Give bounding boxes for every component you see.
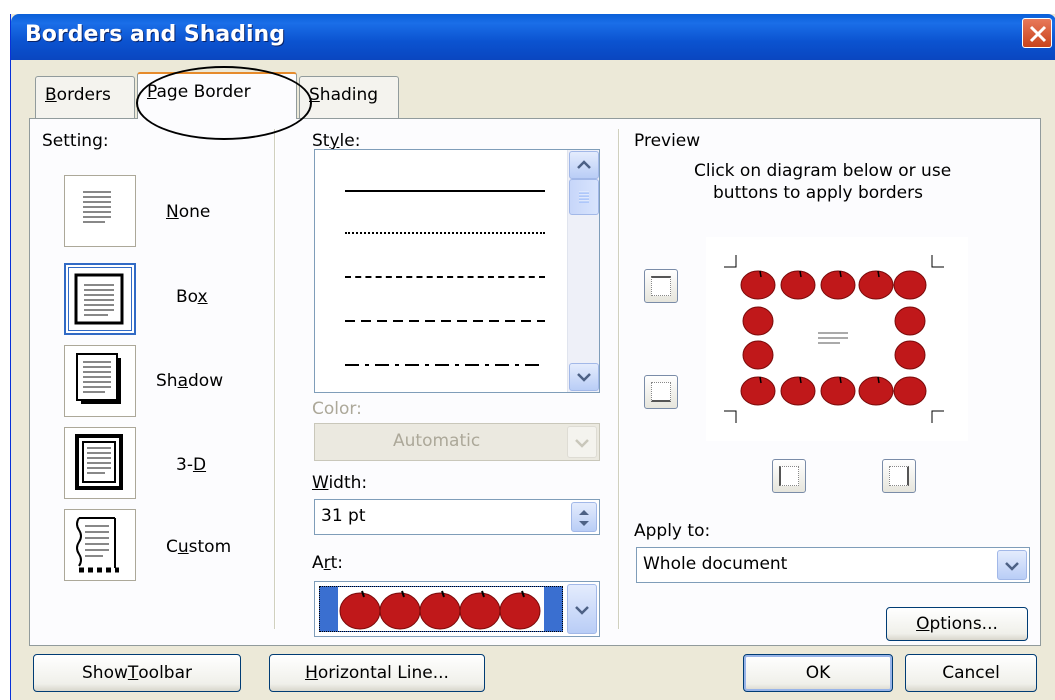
right-border-icon xyxy=(889,466,909,486)
bottom-border-icon xyxy=(651,382,671,402)
setting-custom-label[interactable]: Custom xyxy=(166,537,231,557)
color-value: Automatic xyxy=(393,431,481,451)
right-border-button[interactable] xyxy=(882,459,916,493)
divider xyxy=(274,129,276,629)
setting-none-icon[interactable] xyxy=(64,175,136,247)
divider xyxy=(618,129,620,629)
preview-label: Preview xyxy=(634,131,701,151)
apply-to-select[interactable]: Whole document xyxy=(636,547,1030,583)
preview-instruction-line1: Click on diagram below or use xyxy=(694,161,952,181)
box-border-icon xyxy=(74,273,124,325)
style-scrollbar[interactable] xyxy=(567,150,599,392)
page-lines-icon xyxy=(83,191,111,223)
line-style-dash[interactable] xyxy=(345,320,545,322)
setting-label: Setting: xyxy=(42,131,109,151)
art-dropdown-button[interactable] xyxy=(567,584,597,634)
spin-arrows-icon xyxy=(579,510,589,526)
style-label: Style: xyxy=(312,131,361,151)
setting-3d-label[interactable]: 3-D xyxy=(176,455,206,475)
title-bar[interactable]: Borders and Shading xyxy=(11,14,1055,60)
width-spin-button[interactable] xyxy=(571,502,597,532)
scroll-thumb[interactable] xyxy=(569,179,599,215)
art-select[interactable] xyxy=(314,581,600,637)
tab-shading[interactable]: Shading xyxy=(299,76,399,118)
line-style-small-dash[interactable] xyxy=(345,276,545,278)
close-icon xyxy=(1029,25,1047,43)
dialog-title: Borders and Shading xyxy=(25,22,285,47)
show-toolbar-button[interactable]: Show Toolbar xyxy=(33,654,241,692)
width-input[interactable]: 31 pt xyxy=(314,499,600,535)
close-button[interactable] xyxy=(1022,18,1052,48)
setting-shadow-label[interactable]: Shadow xyxy=(156,371,223,391)
grip-icon xyxy=(579,191,589,203)
setting-3d-icon[interactable] xyxy=(64,427,136,499)
art-selected-swatch xyxy=(319,586,563,632)
left-border-button[interactable] xyxy=(772,459,806,493)
width-value: 31 pt xyxy=(321,506,366,526)
line-style-dash-dot[interactable] xyxy=(345,364,545,366)
chevron-up-icon xyxy=(577,160,591,169)
apple-border-art-icon xyxy=(338,587,544,631)
width-label: Width: xyxy=(312,473,368,493)
color-dropdown-button[interactable] xyxy=(567,426,597,458)
setting-box-label[interactable]: Box xyxy=(176,287,208,307)
borders-shading-dialog: Borders and Shading Borders Page Border … xyxy=(10,14,1055,700)
apply-to-dropdown-button[interactable] xyxy=(997,550,1027,580)
options-button[interactable]: Options... xyxy=(886,607,1028,641)
setting-custom-icon[interactable] xyxy=(64,509,136,581)
tab-page-border[interactable]: Page Border xyxy=(137,72,297,119)
horizontal-line-button[interactable]: Horizontal Line... xyxy=(269,654,485,692)
apply-to-label: Apply to: xyxy=(634,521,711,541)
3d-border-icon xyxy=(75,434,123,490)
chevron-down-icon xyxy=(575,606,589,615)
preview-instruction-line2: buttons to apply borders xyxy=(713,183,923,203)
top-border-icon xyxy=(651,276,671,296)
left-border-icon xyxy=(779,466,799,486)
preview-diagram[interactable] xyxy=(706,237,968,441)
setting-shadow-icon[interactable] xyxy=(64,345,136,417)
chevron-down-icon xyxy=(1005,562,1019,571)
color-select[interactable]: Automatic xyxy=(314,423,600,461)
scroll-up-button[interactable] xyxy=(569,151,599,179)
page-border-panel: Setting: None Box Shadow 3-D Custom Styl… xyxy=(29,118,1041,646)
style-listbox[interactable] xyxy=(314,149,600,393)
setting-none-label[interactable]: None xyxy=(166,202,210,222)
custom-border-icon xyxy=(76,517,119,573)
page-border-preview-icon xyxy=(724,255,944,423)
bottom-border-button[interactable] xyxy=(644,375,678,409)
setting-box-icon[interactable] xyxy=(64,263,136,335)
line-style-solid[interactable] xyxy=(345,190,545,192)
scroll-down-button[interactable] xyxy=(569,363,599,391)
ok-button[interactable]: OK xyxy=(743,654,893,692)
art-label: Art: xyxy=(312,553,344,573)
tab-borders[interactable]: Borders xyxy=(35,76,135,118)
apply-to-value: Whole document xyxy=(643,554,788,574)
line-style-dotted[interactable] xyxy=(345,232,545,234)
cancel-button[interactable]: Cancel xyxy=(905,654,1037,692)
chevron-down-icon xyxy=(577,373,591,382)
chevron-down-icon xyxy=(575,439,589,448)
top-border-button[interactable] xyxy=(644,269,678,303)
shadow-border-icon xyxy=(76,353,121,404)
color-label: Color: xyxy=(312,399,362,419)
